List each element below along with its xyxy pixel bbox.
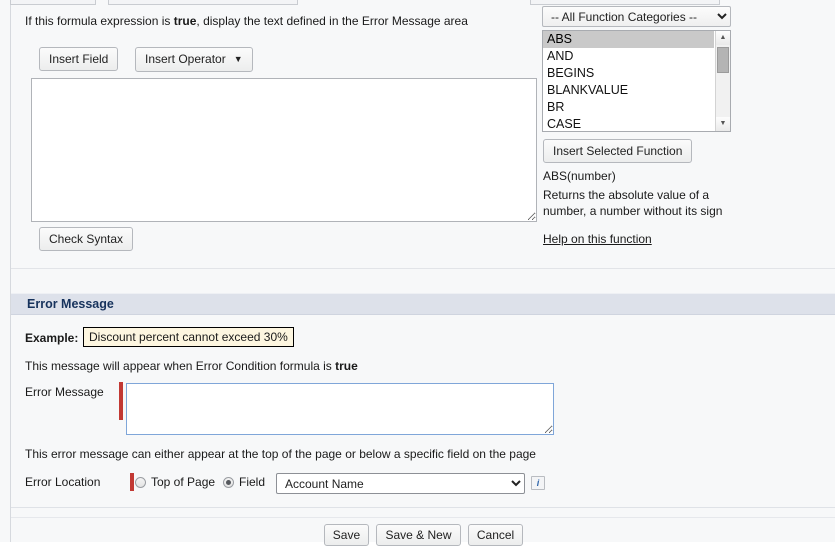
formula-hint-text: If this formula expression is true, disp… xyxy=(25,14,468,28)
error-location-note: This error message can either appear at … xyxy=(25,447,536,461)
function-listbox-options: ABS AND BEGINS BLANKVALUE BR CASE xyxy=(543,31,714,131)
function-option-br[interactable]: BR xyxy=(543,99,714,116)
example-label: Example: xyxy=(25,331,79,345)
appear-note-prefix: This message will appear when Error Cond… xyxy=(25,359,336,373)
example-value-box: Discount percent cannot exceed 30% xyxy=(83,327,294,347)
required-indicator-error-location xyxy=(130,473,134,491)
radio-top-of-page-dot[interactable] xyxy=(135,476,146,488)
formula-textarea-wrap xyxy=(31,78,537,225)
cancel-button[interactable]: Cancel xyxy=(467,524,524,546)
footer-rule xyxy=(11,517,835,518)
section-title: Error Message xyxy=(27,297,114,311)
appear-note: This message will appear when Error Cond… xyxy=(25,359,358,373)
formula-hint-suffix: , display the text defined in the Error … xyxy=(196,14,468,28)
formula-hint-bold: true xyxy=(173,14,197,28)
footer-button-bar: Save Save & New Cancel xyxy=(11,524,835,546)
radio-field[interactable]: Field xyxy=(223,475,265,489)
insert-field-button[interactable]: Insert Field xyxy=(39,47,119,71)
error-location-label: Error Location xyxy=(25,475,101,489)
check-syntax-button[interactable]: Check Syntax xyxy=(39,227,134,251)
appear-note-bold: true xyxy=(335,359,358,373)
save-and-new-button[interactable]: Save & New xyxy=(376,524,461,546)
error-message-label: Error Message xyxy=(25,385,104,399)
function-help-link[interactable]: Help on this function xyxy=(543,232,652,246)
function-list-scrollbar[interactable]: ▲ ▼ xyxy=(715,31,730,131)
insert-operator-button[interactable]: Insert Operator ▼ xyxy=(135,47,253,72)
formula-section-divider xyxy=(11,268,835,269)
insert-field-label: Insert Field xyxy=(49,52,109,66)
radio-top-of-page[interactable]: Top of Page xyxy=(135,475,215,489)
scroll-down-arrow-icon[interactable]: ▼ xyxy=(716,117,730,131)
chevron-down-icon: ▼ xyxy=(233,54,243,64)
scrollbar-thumb[interactable] xyxy=(717,47,729,73)
section-bottom-rule xyxy=(11,507,835,508)
radio-top-of-page-label: Top of Page xyxy=(151,475,216,489)
function-description: Returns the absolute value of a number, … xyxy=(543,188,723,218)
formula-hint-prefix: If this formula expression is xyxy=(25,14,174,28)
content-panel: If this formula expression is true, disp… xyxy=(10,5,835,546)
function-option-case[interactable]: CASE xyxy=(543,116,714,131)
check-syntax-label: Check Syntax xyxy=(49,232,124,246)
function-category-select[interactable]: -- All Function Categories -- xyxy=(542,6,731,27)
scroll-up-arrow-icon[interactable]: ▲ xyxy=(716,31,730,45)
insert-selected-function-button[interactable]: Insert Selected Function xyxy=(543,139,693,163)
radio-field-label: Field xyxy=(239,475,266,489)
function-listbox[interactable]: ABS AND BEGINS BLANKVALUE BR CASE ▲ ▼ xyxy=(542,30,731,132)
required-indicator-error-message xyxy=(119,382,123,420)
insert-operator-label: Insert Operator xyxy=(145,52,226,66)
info-icon[interactable]: i xyxy=(531,476,545,490)
function-option-blankvalue[interactable]: BLANKVALUE xyxy=(543,82,714,99)
save-button[interactable]: Save xyxy=(323,524,370,546)
insert-selected-function-label: Insert Selected Function xyxy=(553,144,683,158)
error-message-textarea[interactable] xyxy=(126,383,554,435)
field-select[interactable]: Account Name xyxy=(276,473,525,494)
formula-editor-page: If this formula expression is true, disp… xyxy=(0,0,835,546)
function-option-and[interactable]: AND xyxy=(543,48,714,65)
error-message-section-header: Error Message xyxy=(11,293,835,315)
formula-textarea[interactable] xyxy=(31,78,537,222)
function-option-abs[interactable]: ABS xyxy=(543,31,714,48)
radio-field-dot[interactable] xyxy=(223,476,234,488)
save-label: Save xyxy=(332,528,361,542)
cancel-label: Cancel xyxy=(476,528,515,542)
function-signature: ABS(number) xyxy=(543,169,616,183)
save-and-new-label: Save & New xyxy=(385,528,452,542)
function-option-begins[interactable]: BEGINS xyxy=(543,65,714,82)
